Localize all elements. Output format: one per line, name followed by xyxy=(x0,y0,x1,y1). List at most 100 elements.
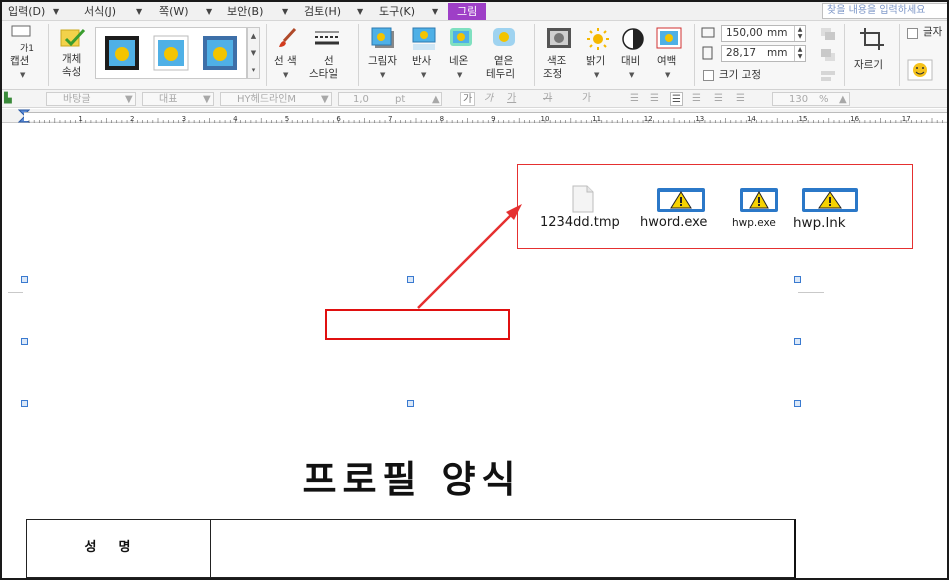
picture-style-dark-frame-icon[interactable] xyxy=(104,35,140,71)
zoom-input[interactable]: 130 % ▲ xyxy=(772,92,850,106)
ruler-label: 9 xyxy=(491,115,495,123)
strike-button[interactable]: 가 xyxy=(543,92,552,106)
selection-handle[interactable] xyxy=(794,276,801,283)
align-icon xyxy=(821,71,835,81)
picture-style-blue-frame-icon[interactable] xyxy=(202,35,238,71)
caption-button[interactable]: 가1 캡션 ▼ xyxy=(6,25,42,81)
menu-format[interactable]: 서식(J) xyxy=(84,4,116,19)
underline-button[interactable]: 가 xyxy=(507,92,516,106)
italic-button[interactable]: 가 xyxy=(484,92,493,106)
representative-select[interactable]: 대표 ▼ xyxy=(142,92,214,106)
margin-button[interactable]: 여백 ▼ xyxy=(652,25,686,81)
selection-handle[interactable] xyxy=(21,338,28,345)
warning-window-icon xyxy=(657,188,705,212)
contrast-label: 대비 xyxy=(621,55,641,67)
selection-handle[interactable] xyxy=(21,400,28,407)
page-corner-mark xyxy=(798,292,824,293)
style-select[interactable]: 바탕글 ▼ xyxy=(46,92,136,106)
align-right-icon[interactable]: ☰ xyxy=(692,92,701,106)
menu-bar: 입력(D) ▼ 서식(J) ▼ 쪽(W) ▼ 보안(B) ▼ 검토(H) ▼ 도… xyxy=(2,2,947,21)
gallery-scroll[interactable]: ▲ ▼ ▾ xyxy=(247,27,260,79)
reflection-button[interactable]: 반사 ▼ xyxy=(406,25,442,81)
smiley-picture-icon[interactable] xyxy=(907,59,933,81)
menu-tools-dropdown-icon[interactable]: ▼ xyxy=(432,5,438,18)
shadow-button[interactable]: 그림자 ▼ xyxy=(364,25,402,81)
menu-security-dropdown-icon[interactable]: ▼ xyxy=(282,5,288,18)
ruler-label: 17 xyxy=(902,115,911,123)
profile-form-table: 성명 xyxy=(26,519,796,578)
font-select[interactable]: HY헤드라인M ▼ xyxy=(220,92,332,106)
file-item[interactable]: hword.exe xyxy=(638,185,728,235)
picture-ribbon: 가1 캡션 ▼ 개체 속성 ▲ ▼ ▾ 선 색 ▼ 선 스타일 그림자 ▼ 반사… xyxy=(2,21,947,90)
representative-label: 대표 xyxy=(159,94,178,105)
menu-tools[interactable]: 도구(K) xyxy=(379,4,415,19)
selection-handle[interactable] xyxy=(407,400,414,407)
reflection-label: 반사 xyxy=(412,55,432,67)
margin-dropdown-icon: ▼ xyxy=(665,71,671,79)
ribbon-separator xyxy=(266,24,267,86)
selection-handle[interactable] xyxy=(794,338,801,345)
menu-insert[interactable]: 입력(D) xyxy=(8,4,45,19)
file-item[interactable]: hwp.exe xyxy=(731,185,793,235)
caption-icon xyxy=(11,25,31,37)
highlighted-empty-object[interactable] xyxy=(325,309,510,340)
search-input[interactable]: 찾을 내용을 입력하세요 xyxy=(822,3,947,19)
menu-format-dropdown-icon[interactable]: ▼ xyxy=(136,5,142,18)
contrast-dropdown-icon: ▼ xyxy=(629,71,635,79)
text-wrap-checkbox[interactable] xyxy=(907,28,918,39)
menu-insert-dropdown-icon[interactable]: ▼ xyxy=(53,5,59,18)
color-adjust-icon xyxy=(547,28,571,48)
width-input[interactable]: 150,00 mm ▲ ▼ xyxy=(721,25,806,42)
app-window: 입력(D) ▼ 서식(J) ▼ 쪽(W) ▼ 보안(B) ▼ 검토(H) ▼ 도… xyxy=(0,0,949,580)
neon-label: 네온 xyxy=(449,55,469,67)
ruler-track: 1 2 3 4 5 6 7 8 9 10 11 12 13 14 15 16 17 xyxy=(24,112,947,123)
menu-page-dropdown-icon[interactable]: ▼ xyxy=(206,5,212,18)
height-input[interactable]: 28,17 mm ▲ ▼ xyxy=(721,45,806,62)
bold-button[interactable]: 가 xyxy=(460,92,476,106)
line-style-button[interactable]: 선 스타일 xyxy=(307,25,349,81)
ruler-label: 11 xyxy=(592,115,601,123)
color-adjust-button[interactable]: 색조 조정 xyxy=(539,25,579,81)
crop-button[interactable]: 자르기 xyxy=(850,25,894,81)
superscript-button[interactable]: 가 xyxy=(582,92,591,106)
document-canvas[interactable]: 1234dd.tmp hword.exe hwp.exe hwp.lnk 프로필… xyxy=(2,124,947,578)
sun-icon xyxy=(587,28,609,50)
width-spinner[interactable]: ▲ ▼ xyxy=(794,26,805,41)
menu-review-dropdown-icon[interactable]: ▼ xyxy=(357,5,363,18)
picture-margin-icon xyxy=(656,27,682,49)
align-justify-icon[interactable]: ☰ xyxy=(650,92,659,106)
tab-picture[interactable]: 그림 xyxy=(448,3,487,20)
height-icon xyxy=(702,46,713,60)
contrast-button[interactable]: 대비 ▼ xyxy=(617,25,649,81)
soft-edge-button[interactable]: 옅은 테두리 xyxy=(482,25,526,81)
align-left-icon[interactable]: ☰ xyxy=(630,92,639,106)
ribbon-separator xyxy=(358,24,359,86)
distribute-icon[interactable]: ☰ xyxy=(714,92,723,106)
object-properties-button[interactable]: 개체 속성 xyxy=(54,25,92,81)
zoom-spinner[interactable]: ▲ xyxy=(839,93,847,107)
neon-button[interactable]: 네온 ▼ xyxy=(444,25,478,81)
menu-security[interactable]: 보안(B) xyxy=(227,4,263,19)
selection-handle[interactable] xyxy=(21,276,28,283)
font-size-input[interactable]: 1,0 pt ▲ xyxy=(338,92,442,106)
align-center-icon[interactable]: ☰ xyxy=(670,92,683,106)
object-properties-icon xyxy=(60,28,86,47)
ruler-label: 16 xyxy=(850,115,859,123)
height-unit: mm xyxy=(767,47,788,59)
horizontal-ruler[interactable]: 1 2 3 4 5 6 7 8 9 10 11 12 13 14 15 16 17 xyxy=(2,109,947,123)
picture-style-white-frame-icon[interactable] xyxy=(153,35,189,71)
menu-review[interactable]: 검토(H) xyxy=(304,4,341,19)
selection-handle[interactable] xyxy=(407,276,414,283)
shadow-dropdown-icon: ▼ xyxy=(380,71,386,79)
menu-page[interactable]: 쪽(W) xyxy=(159,4,189,19)
fix-size-checkbox[interactable] xyxy=(703,70,714,81)
height-spinner[interactable]: ▲ ▼ xyxy=(794,46,805,61)
file-item[interactable]: 1234dd.tmp xyxy=(540,185,650,235)
brightness-button[interactable]: 밝기 ▼ xyxy=(582,25,614,81)
line-color-button[interactable]: 선 색 ▼ xyxy=(270,25,304,81)
divide-icon[interactable]: ☰ xyxy=(736,92,745,106)
font-size-spinner[interactable]: ▲ xyxy=(432,93,440,107)
selection-handle[interactable] xyxy=(794,400,801,407)
line-style-label-1: 선 xyxy=(324,55,334,67)
file-item[interactable]: hwp.lnk xyxy=(793,185,878,235)
